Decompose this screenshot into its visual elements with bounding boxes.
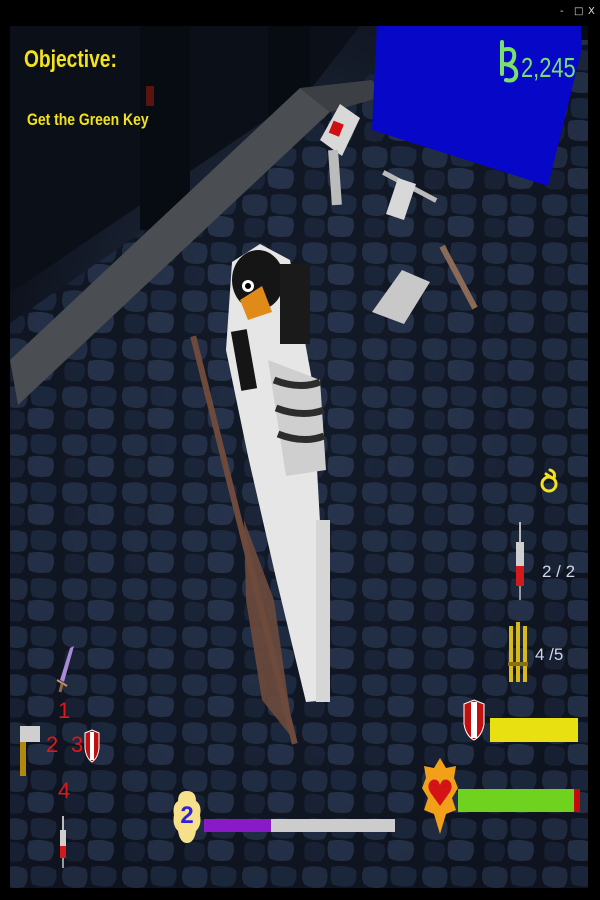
heart-icon <box>422 758 458 834</box>
hotbar-slot-1-number: 1 <box>58 698 71 723</box>
xp-bar <box>204 819 395 832</box>
armor-shield-icon <box>462 698 486 742</box>
currency-symbol-icon <box>496 38 522 84</box>
shield-icon[interactable] <box>84 728 100 764</box>
objective-text: Get the Green Key <box>27 110 149 129</box>
window-frame-left <box>0 0 10 900</box>
hotbar-slot-3-number: 3 <box>71 732 84 757</box>
bullets-count: 4 /5 <box>535 645 564 664</box>
window-frame-right <box>588 0 600 900</box>
syringe-count: 2 / 2 <box>542 562 576 581</box>
close-button[interactable]: X <box>588 6 595 18</box>
sword-icon[interactable] <box>56 646 76 694</box>
game-scene <box>0 0 600 900</box>
xp-bar-fill <box>204 819 271 832</box>
health-bar-fill <box>458 789 574 812</box>
window-title-bar <box>0 0 600 26</box>
objective-title: Objective: <box>24 46 117 73</box>
grenade-icon <box>538 466 562 496</box>
hotbar-syringe-icon[interactable] <box>57 816 69 868</box>
window-frame-bottom <box>0 888 600 900</box>
level-number: 2 <box>180 802 194 829</box>
armor-bar-fill <box>490 718 578 742</box>
minimize-button[interactable]: - <box>560 6 564 18</box>
hotbar-slot-4-number: 4 <box>58 778 71 803</box>
hammer-icon[interactable] <box>20 724 42 778</box>
hotbar-slot-2-number: 2 <box>46 732 59 757</box>
health-bar-damage <box>573 789 580 812</box>
health-bar <box>458 789 580 812</box>
currency-amount: 2,245 <box>521 52 576 83</box>
bullets-icon <box>508 622 528 686</box>
syringe-icon <box>512 522 528 602</box>
restore-button[interactable]: □ <box>574 6 583 18</box>
armor-bar <box>490 718 578 742</box>
